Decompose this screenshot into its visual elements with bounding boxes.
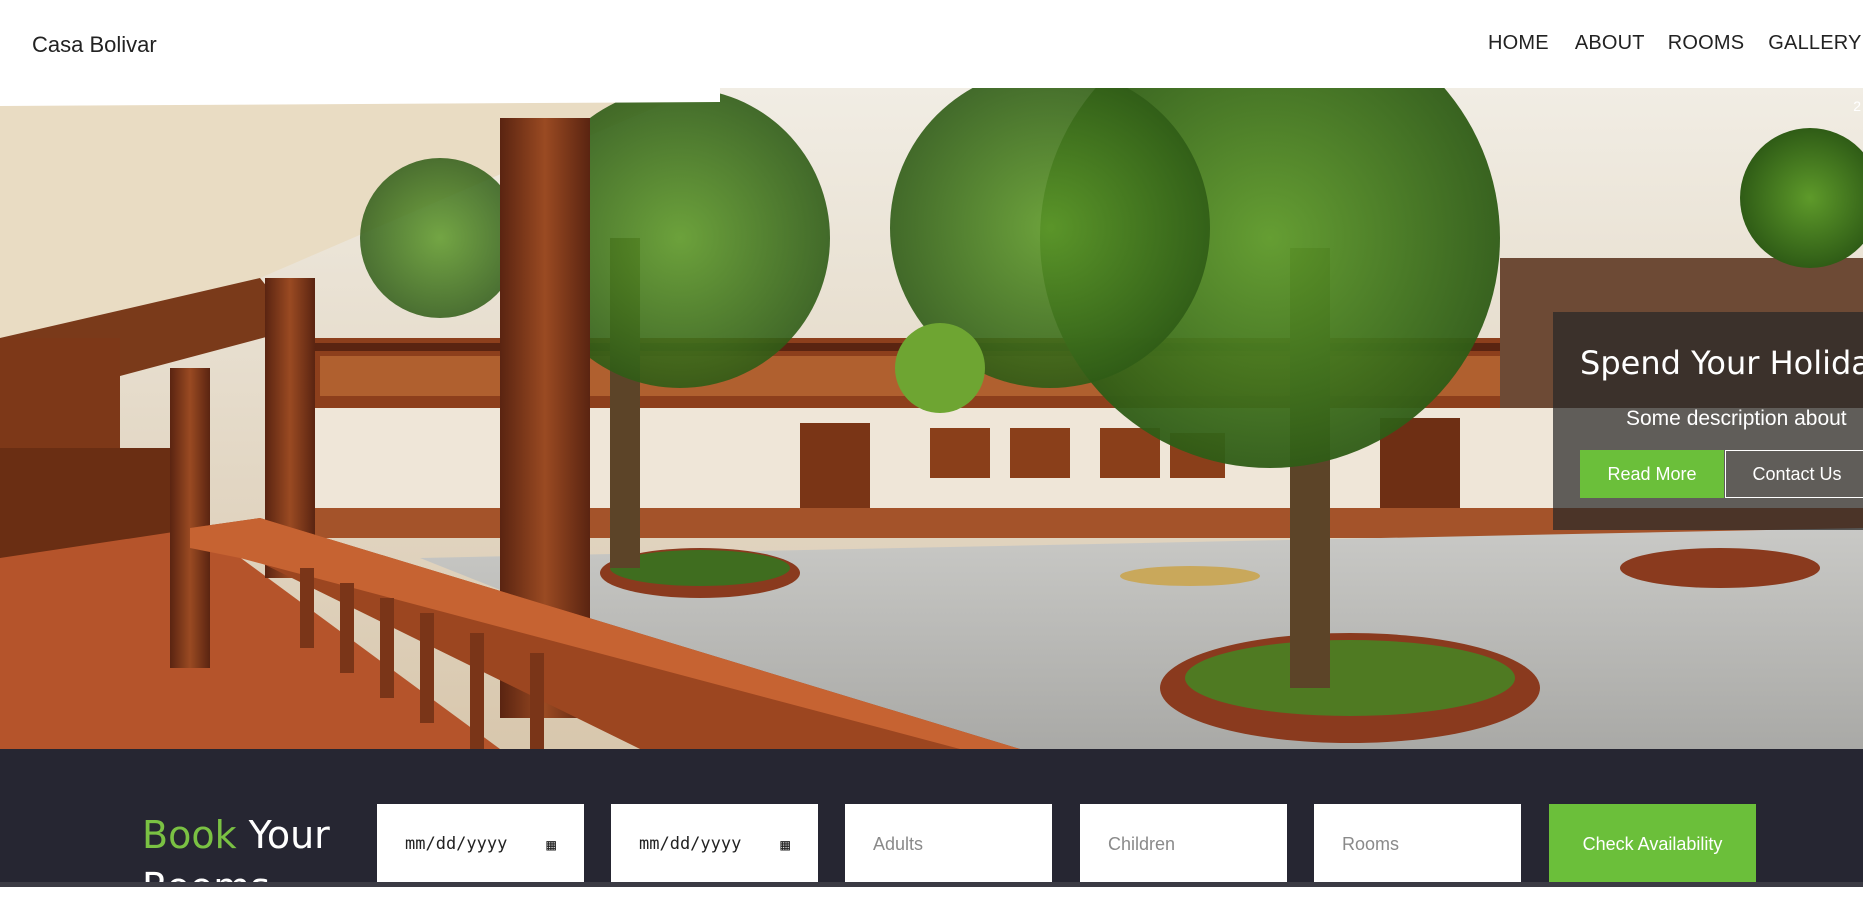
checkout-date-input[interactable]: mm/dd/yyyy ▦ <box>611 804 818 884</box>
nav-menu: HOME ABOUT ROOMS GALLERY <box>1488 32 1863 55</box>
slide-counter: 2 <box>1853 98 1861 114</box>
adults-input[interactable] <box>845 804 1052 884</box>
booking-title: Book Your <box>142 809 330 861</box>
checkout-date-text: mm/dd/yyyy <box>639 834 742 854</box>
hero-title: Spend Your Holiday <box>1580 344 1863 382</box>
calendar-icon[interactable]: ▦ <box>546 835 556 854</box>
booking-title-line2: Rooms <box>142 865 271 909</box>
check-availability-button[interactable]: Check Availability <box>1549 804 1756 884</box>
hero-slider: 2 Spend Your Holiday Some description ab… <box>0 88 1863 749</box>
nav-link-gallery[interactable]: GALLERY <box>1768 32 1861 55</box>
children-input[interactable] <box>1080 804 1287 884</box>
brand-logo[interactable]: Casa Bolivar <box>32 32 157 58</box>
checkin-date-text: mm/dd/yyyy <box>405 834 508 854</box>
nav-link-about[interactable]: ABOUT <box>1575 32 1645 55</box>
nav-link-home[interactable]: HOME <box>1488 32 1549 55</box>
bottom-divider <box>0 882 1863 887</box>
calendar-icon[interactable]: ▦ <box>780 835 790 854</box>
booking-title-rest: Your <box>248 813 330 857</box>
hero-description: Some description about <box>1626 407 1847 430</box>
booking-title-accent: Book <box>142 813 237 857</box>
checkin-date-input[interactable]: mm/dd/yyyy ▦ <box>377 804 584 884</box>
top-navbar: Casa Bolivar HOME ABOUT ROOMS GALLERY <box>0 0 1863 88</box>
contact-us-button[interactable]: Contact Us <box>1725 450 1863 498</box>
rooms-input[interactable] <box>1314 804 1521 884</box>
read-more-button[interactable]: Read More <box>1580 450 1724 498</box>
booking-bar: Book Your Rooms mm/dd/yyyy ▦ mm/dd/yyyy … <box>0 749 1863 909</box>
nav-link-rooms[interactable]: ROOMS <box>1668 32 1745 55</box>
hero-caption: Spend Your Holiday Some description abou… <box>1553 312 1863 530</box>
